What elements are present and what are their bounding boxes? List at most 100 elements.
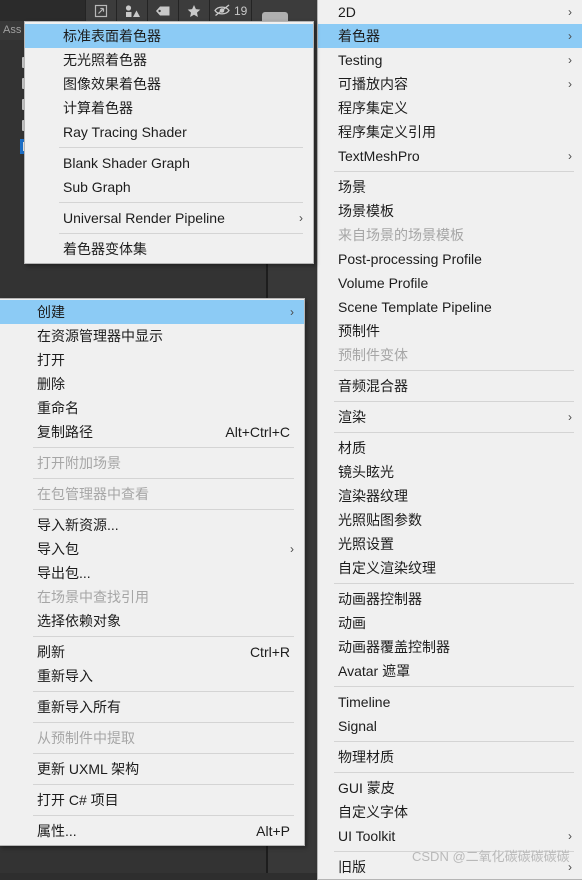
asset-context-menu[interactable]: 创建 › 在资源管理器中显示 打开 删除 重命名 复制路径 Alt+Ctrl+C 打开附加场景在… [0, 298, 305, 846]
context-menu-item[interactable]: 选择依赖对象 [0, 609, 304, 633]
create-menu-item[interactable]: 音频混合器 [318, 374, 582, 398]
context-menu-item[interactable]: 打开 C# 项目 [0, 788, 304, 812]
menu-item-label: UI Toolkit [338, 828, 396, 844]
menu-separator [33, 478, 294, 479]
chevron-right-icon: › [568, 860, 572, 874]
create-menu-item[interactable]: 动画器覆盖控制器 [318, 635, 582, 659]
context-menu-item[interactable]: 复制路径 Alt+Ctrl+C [0, 420, 304, 444]
menu-separator [334, 583, 574, 584]
context-menu-item[interactable]: 创建 › [0, 300, 304, 324]
create-menu-item[interactable]: Testing › [318, 48, 582, 72]
menu-item-label: 2D [338, 4, 356, 20]
menu-item-label: Blank Shader Graph [63, 155, 190, 171]
eye-off-icon [214, 4, 232, 17]
create-menu-item[interactable]: 材质 [318, 436, 582, 460]
context-menu-item[interactable]: 更新 UXML 架构 [0, 757, 304, 781]
menu-item-label: 重命名 [37, 400, 79, 416]
create-menu-item[interactable]: Avatar 遮罩 [318, 659, 582, 683]
menu-item-label: Avatar 遮罩 [338, 663, 411, 679]
menu-item-label: 着色器 [338, 28, 380, 44]
shader-submenu[interactable]: 标准表面着色器 无光照着色器 图像效果着色器计算着色器 Ray Tracing Sha… [24, 21, 314, 264]
shader-menu-item[interactable]: Blank Shader Graph [25, 151, 313, 175]
create-menu-item[interactable]: 着色器 › [318, 24, 582, 48]
create-menu-item[interactable]: 自定义渲染纹理 [318, 556, 582, 580]
context-menu-item[interactable]: 重新导入 [0, 664, 304, 688]
menu-item-label: Signal [338, 718, 377, 734]
shader-menu-item[interactable]: Universal Render Pipeline › [25, 206, 313, 230]
gizmos-icon[interactable] [116, 0, 147, 21]
menu-item-label: GUI 蒙皮 [338, 780, 395, 796]
create-menu-item[interactable]: 旧版 › [318, 855, 582, 879]
menu-item-label: 着色器变体集 [63, 241, 147, 257]
menu-item-label: 计算着色器 [63, 100, 133, 116]
shader-menu-item[interactable]: 标准表面着色器 [25, 24, 313, 48]
chevron-right-icon: › [568, 829, 572, 843]
context-menu-item: 在场景中查找引用 [0, 585, 304, 609]
shader-menu-item[interactable]: 图像效果着色器 [25, 72, 313, 96]
shader-menu-item[interactable]: 无光照着色器 [25, 48, 313, 72]
create-menu-item[interactable]: 自定义字体 [318, 800, 582, 824]
create-menu-item[interactable]: Signal [318, 714, 582, 738]
open-in-new-window-icon[interactable] [85, 0, 116, 21]
toolbar-left-spacer [0, 0, 85, 21]
context-menu-item[interactable]: 重命名 [0, 396, 304, 420]
menu-item-label: 打开 C# 项目 [37, 792, 119, 808]
create-menu-item[interactable]: 可播放内容 › [318, 72, 582, 96]
create-menu-item[interactable]: 光照贴图参数 [318, 508, 582, 532]
favorite-star-icon[interactable] [178, 0, 209, 21]
create-menu-item[interactable]: 动画器控制器 [318, 587, 582, 611]
create-menu-item[interactable]: UI Toolkit › [318, 824, 582, 848]
shader-menu-item[interactable]: 着色器变体集 [25, 237, 313, 261]
create-menu-item[interactable]: 光照设置 [318, 532, 582, 556]
context-menu-item[interactable]: 打开 [0, 348, 304, 372]
create-submenu[interactable]: 2D › 着色器 › Testing › 可播放内容 › 程序集定义 程序集定义引用 TextMes… [317, 0, 582, 880]
create-menu-item[interactable]: 渲染 › [318, 405, 582, 429]
chevron-right-icon: › [568, 149, 572, 163]
menu-item-label: 光照贴图参数 [338, 512, 422, 528]
create-menu-item[interactable]: 场景模板 [318, 199, 582, 223]
create-menu-item[interactable]: 场景 [318, 175, 582, 199]
create-menu-item[interactable]: TextMeshPro › [318, 144, 582, 168]
context-menu-item[interactable]: 导入包 › [0, 537, 304, 561]
create-menu-item[interactable]: 预制件 [318, 319, 582, 343]
create-menu-item[interactable]: 物理材质 [318, 745, 582, 769]
create-menu-item[interactable]: 程序集定义引用 [318, 120, 582, 144]
context-menu-item[interactable]: 重新导入所有 [0, 695, 304, 719]
menu-separator [334, 171, 574, 172]
hidden-objects-counter[interactable]: 19 [209, 0, 251, 21]
context-menu-item[interactable]: 刷新 Ctrl+R [0, 640, 304, 664]
create-menu-item[interactable]: Timeline [318, 690, 582, 714]
context-menu-item[interactable]: 属性... Alt+P [0, 819, 304, 843]
menu-item-label: 刷新 [37, 644, 65, 660]
create-menu-item[interactable]: 程序集定义 [318, 96, 582, 120]
menu-item-label: Post-processing Profile [338, 251, 482, 267]
menu-separator [33, 636, 294, 637]
menu-item-label: 重新导入所有 [37, 699, 121, 715]
create-menu-item[interactable]: Volume Profile [318, 271, 582, 295]
create-menu-item[interactable]: 2D › [318, 0, 582, 24]
menu-separator [334, 741, 574, 742]
shader-menu-item[interactable]: 计算着色器 [25, 96, 313, 120]
create-menu-item[interactable]: 镜头眩光 [318, 460, 582, 484]
menu-item-label: Sub Graph [63, 179, 131, 195]
create-menu-item[interactable]: GUI 蒙皮 [318, 776, 582, 800]
context-menu-item: 打开附加场景 [0, 451, 304, 475]
create-menu-item[interactable]: Post-processing Profile [318, 247, 582, 271]
menu-item-label: Testing [338, 52, 383, 68]
create-menu-item[interactable]: 渲染器纹理 [318, 484, 582, 508]
context-menu-item[interactable]: 在资源管理器中显示 [0, 324, 304, 348]
shader-menu-item[interactable]: Ray Tracing Shader [25, 120, 313, 144]
menu-item-label: 动画 [338, 615, 366, 631]
create-menu-item[interactable]: 动画 [318, 611, 582, 635]
context-menu-item: 在包管理器中查看 [0, 482, 304, 506]
chevron-right-icon: › [568, 29, 572, 43]
context-menu-item[interactable]: 导出包... [0, 561, 304, 585]
context-menu-item[interactable]: 删除 [0, 372, 304, 396]
context-menu-item[interactable]: 导入新资源... [0, 513, 304, 537]
menu-item-label: 更新 UXML 架构 [37, 761, 140, 777]
shader-menu-item[interactable]: Sub Graph [25, 175, 313, 199]
tag-icon[interactable] [147, 0, 178, 21]
menu-separator [33, 509, 294, 510]
create-menu-item[interactable]: Scene Template Pipeline [318, 295, 582, 319]
menu-item-label: 在包管理器中查看 [37, 486, 149, 502]
